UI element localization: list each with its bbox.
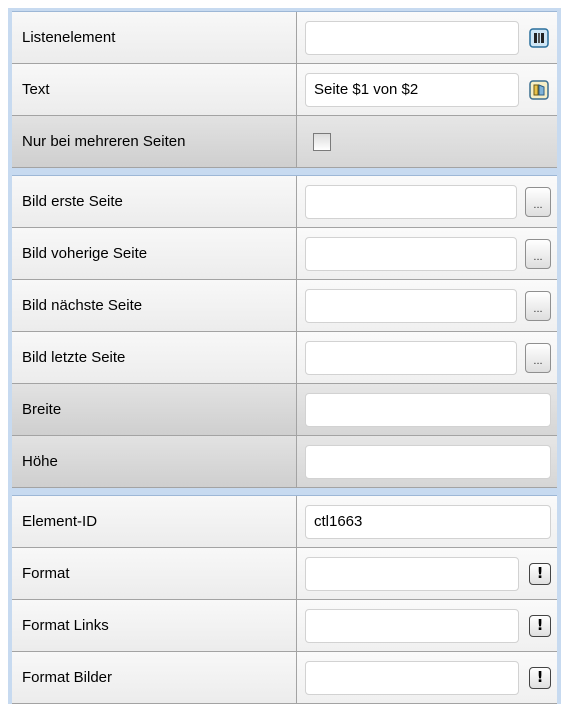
group-list-settings: Listenelement Text Seite $1 von $2 Nur b… — [12, 11, 557, 168]
first-page-image-browse-button[interactable]: ... — [525, 186, 551, 217]
row-element-id: Element-ID ctl1663 — [12, 496, 557, 548]
element-id-input[interactable]: ctl1663 — [305, 504, 551, 539]
label-height: Höhe — [12, 436, 297, 487]
group-formatting: Element-ID ctl1663 Format ! Format Links… — [12, 495, 557, 704]
row-first-page-image: Bild erste Seite ... — [12, 176, 557, 228]
last-page-image-input[interactable] — [305, 340, 517, 375]
format-links-input[interactable] — [305, 608, 519, 643]
label-previous-page-image: Bild voherige Seite — [12, 228, 297, 279]
text-resource-icon[interactable] — [527, 78, 551, 102]
row-format-images: Format Bilder ! — [12, 652, 557, 704]
group-images: Bild erste Seite ... Bild voherige Seite… — [12, 175, 557, 488]
format-links-style-button[interactable]: ! — [529, 614, 551, 637]
multi-pages-only-checkbox[interactable] — [313, 132, 331, 151]
last-page-image-browse-button[interactable]: ... — [525, 342, 551, 373]
row-format-links: Format Links ! — [12, 600, 557, 652]
row-width: Breite — [12, 384, 557, 436]
next-page-image-browse-button[interactable]: ... — [525, 290, 551, 321]
row-text: Text Seite $1 von $2 — [12, 64, 557, 116]
row-height: Höhe — [12, 436, 557, 488]
format-input[interactable] — [305, 556, 519, 591]
label-width: Breite — [12, 384, 297, 435]
format-images-style-button[interactable]: ! — [529, 666, 551, 689]
label-text: Text — [12, 64, 297, 115]
properties-panel: Listenelement Text Seite $1 von $2 Nur b… — [8, 8, 561, 704]
row-last-page-image: Bild letzte Seite ... — [12, 332, 557, 384]
label-format: Format — [12, 548, 297, 599]
previous-page-image-browse-button[interactable]: ... — [525, 238, 551, 269]
row-multi-pages-only: Nur bei mehreren Seiten — [12, 116, 557, 168]
row-previous-page-image: Bild voherige Seite ... — [12, 228, 557, 280]
label-next-page-image: Bild nächste Seite — [12, 280, 297, 331]
label-element-id: Element-ID — [12, 496, 297, 547]
format-style-button[interactable]: ! — [529, 562, 551, 585]
label-last-page-image: Bild letzte Seite — [12, 332, 297, 383]
label-multi-pages-only: Nur bei mehreren Seiten — [12, 116, 297, 167]
next-page-image-input[interactable] — [305, 288, 517, 323]
width-input[interactable] — [305, 392, 551, 427]
label-first-page-image: Bild erste Seite — [12, 176, 297, 227]
row-format: Format ! — [12, 548, 557, 600]
height-input[interactable] — [305, 444, 551, 479]
list-element-input[interactable] — [305, 20, 519, 55]
text-input[interactable]: Seite $1 von $2 — [305, 72, 519, 107]
format-images-input[interactable] — [305, 660, 519, 695]
previous-page-image-input[interactable] — [305, 236, 517, 271]
row-list-element: Listenelement — [12, 12, 557, 64]
row-next-page-image: Bild nächste Seite ... — [12, 280, 557, 332]
label-format-links: Format Links — [12, 600, 297, 651]
list-picker-icon[interactable] — [527, 26, 551, 50]
label-list-element: Listenelement — [12, 12, 297, 63]
label-format-images: Format Bilder — [12, 652, 297, 703]
first-page-image-input[interactable] — [305, 184, 517, 219]
